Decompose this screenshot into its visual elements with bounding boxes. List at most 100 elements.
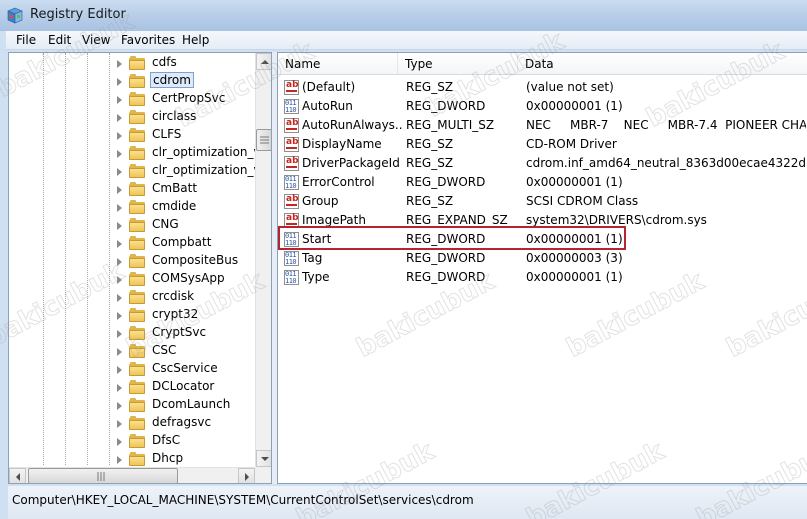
menu-file[interactable]: File xyxy=(16,33,36,47)
expand-arrow-icon[interactable] xyxy=(117,294,122,302)
key-tree-pane[interactable]: cdfs cdrom CertPropSvc circlass CLFS clr_opti… xyxy=(8,52,272,484)
horizontal-scroll-thumb[interactable] xyxy=(28,468,178,483)
expand-arrow-icon[interactable] xyxy=(117,258,122,266)
expand-arrow-icon[interactable] xyxy=(117,150,122,158)
expand-arrow-icon[interactable] xyxy=(117,204,122,212)
folder-icon xyxy=(129,398,145,412)
expand-arrow-icon[interactable] xyxy=(117,384,122,392)
scroll-down-button[interactable] xyxy=(256,450,271,467)
tree-item-label: Dhcp xyxy=(152,451,184,465)
expand-arrow-icon[interactable] xyxy=(117,330,122,338)
menu-view[interactable]: View xyxy=(82,33,110,47)
value-row[interactable]: ab DisplayName REG_SZ CD-ROM Driver xyxy=(278,135,807,154)
tree-vertical-scrollbar[interactable] xyxy=(255,53,271,467)
expand-arrow-icon[interactable] xyxy=(117,168,122,176)
expand-arrow-icon[interactable] xyxy=(117,402,122,410)
expand-arrow-icon[interactable] xyxy=(117,114,122,122)
menu-favorites[interactable]: Favorites xyxy=(121,33,175,47)
scroll-left-button[interactable] xyxy=(9,468,26,483)
expand-arrow-icon[interactable] xyxy=(117,420,122,428)
tree-item[interactable]: COMSysApp xyxy=(9,270,257,288)
value-row[interactable]: 011 110 ErrorControl REG_DWORD 0x00000001 (… xyxy=(278,173,807,192)
column-header-data[interactable]: Data xyxy=(518,53,807,75)
value-row[interactable]: ab AutoRunAlways... REG_MULTI_SZ NEC MBR-7 … xyxy=(278,116,807,135)
expand-arrow-icon[interactable] xyxy=(117,186,122,194)
tree-item[interactable]: CertPropSvc xyxy=(9,90,257,108)
value-row[interactable]: ab DriverPackageId REG_SZ cdrom.inf_amd64_n… xyxy=(278,154,807,173)
value-type: REG_SZ xyxy=(406,194,454,208)
value-row[interactable]: 011 110 Tag REG_DWORD 0x00000003 (3) xyxy=(278,249,807,268)
value-row[interactable]: 011 110 Type REG_DWORD 0x00000001 (1) xyxy=(278,268,807,287)
folder-icon xyxy=(129,92,145,106)
string-value-icon: ab xyxy=(284,156,299,171)
value-type: REG_SZ xyxy=(406,137,454,151)
folder-icon xyxy=(129,164,145,178)
expand-arrow-icon[interactable] xyxy=(117,240,122,248)
expand-arrow-icon[interactable] xyxy=(117,276,122,284)
tree-item-label: clr_optimization_v2. xyxy=(152,163,272,177)
column-header-type[interactable]: Type xyxy=(398,53,518,75)
tree-item[interactable]: CmBatt xyxy=(9,180,257,198)
tree-item[interactable]: CNG xyxy=(9,216,257,234)
tree-item[interactable]: crcdisk xyxy=(9,288,257,306)
tree-item[interactable]: CSC xyxy=(9,342,257,360)
tree-item[interactable]: DCLocator xyxy=(9,378,257,396)
folder-icon xyxy=(129,272,145,286)
tree-item[interactable]: clr_optimization_v2. xyxy=(9,162,271,180)
folder-icon xyxy=(129,344,145,358)
tree-item[interactable]: clr_optimization_v2. xyxy=(9,144,271,162)
value-row[interactable]: 011 110 AutoRun REG_DWORD 0x00000001 (1) xyxy=(278,97,807,116)
tree-horizontal-scrollbar[interactable] xyxy=(9,467,255,483)
scroll-right-button[interactable] xyxy=(238,468,255,483)
value-list-pane[interactable]: Name Type Data ab (Default) REG_SZ (value n… xyxy=(277,52,807,484)
tree-item-label: CertPropSvc xyxy=(152,91,226,105)
tree-item[interactable]: cmdide xyxy=(9,198,257,216)
value-name: AutoRunAlways... xyxy=(302,118,402,132)
binary-value-icon: 011 110 xyxy=(284,99,299,114)
tree-item[interactable]: CryptSvc xyxy=(9,324,257,342)
expand-arrow-icon[interactable] xyxy=(117,366,122,374)
value-type: REG_SZ xyxy=(406,156,454,170)
tree-item[interactable]: cdfs xyxy=(9,54,257,72)
expand-arrow-icon[interactable] xyxy=(117,348,122,356)
value-type: REG_DWORD xyxy=(406,251,486,265)
tree-item-label: CryptSvc xyxy=(152,325,207,339)
expand-arrow-icon[interactable] xyxy=(117,312,122,320)
tree-item[interactable]: CLFS xyxy=(9,126,257,144)
tree-item[interactable]: defragsvc xyxy=(9,414,257,432)
value-name: ErrorControl xyxy=(302,175,375,189)
title-bar[interactable]: Registry Editor xyxy=(0,0,807,31)
expand-arrow-icon[interactable] xyxy=(117,438,122,446)
column-header-name[interactable]: Name xyxy=(278,53,398,75)
tree-item[interactable]: Compbatt xyxy=(9,234,257,252)
menu-edit[interactable]: Edit xyxy=(48,33,71,47)
menu-help[interactable]: Help xyxy=(182,33,209,47)
expand-arrow-icon[interactable] xyxy=(117,222,122,230)
tree-item-label: clr_optimization_v2. xyxy=(152,145,272,159)
scroll-thumb[interactable] xyxy=(256,129,271,151)
expand-arrow-icon[interactable] xyxy=(117,132,122,140)
expand-arrow-icon[interactable] xyxy=(117,60,122,68)
folder-icon xyxy=(129,128,145,142)
tree-item[interactable]: DcomLaunch xyxy=(9,396,257,414)
value-row[interactable]: ab (Default) REG_SZ (value not set) xyxy=(278,78,807,97)
expand-arrow-icon[interactable] xyxy=(117,78,122,86)
tree-item[interactable]: crypt32 xyxy=(9,306,257,324)
tree-item[interactable]: circlass xyxy=(9,108,257,126)
tree-item[interactable]: cdrom xyxy=(9,72,257,90)
tree-item-label: CscService xyxy=(152,361,218,375)
folder-icon xyxy=(129,416,145,430)
tree-item[interactable]: CscService xyxy=(9,360,257,378)
expand-arrow-icon[interactable] xyxy=(117,456,122,464)
scroll-up-button[interactable] xyxy=(256,53,271,70)
tree-item[interactable]: CompositeBus xyxy=(9,252,257,270)
highlight-start-row xyxy=(278,226,626,250)
value-row[interactable]: ab Group REG_SZ SCSI CDROM Class xyxy=(278,192,807,211)
value-name: Tag xyxy=(302,251,323,265)
tree-item[interactable]: DfsC xyxy=(9,432,257,450)
value-data: NEC MBR-7 NEC MBR-7.4 PIONEER CHANG... xyxy=(526,118,806,132)
scroll-grip-icon xyxy=(97,472,105,481)
tree-item[interactable]: Dhcp xyxy=(9,450,257,468)
value-type: REG_DWORD xyxy=(406,270,486,284)
expand-arrow-icon[interactable] xyxy=(117,96,122,104)
